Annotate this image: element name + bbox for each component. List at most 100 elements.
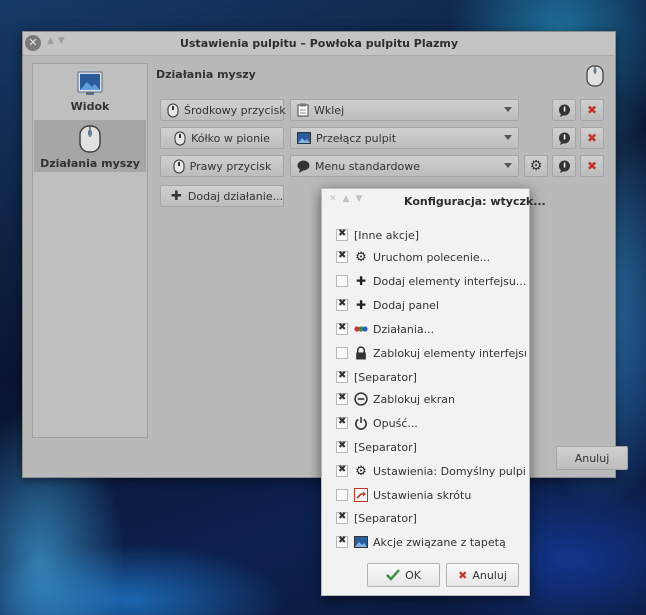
info-bubble-icon — [558, 132, 570, 145]
plugin-combo-vertical-wheel[interactable]: Przełącz pulpit — [290, 127, 519, 149]
plus-icon: ✚ — [355, 274, 367, 288]
plugin-combo-middle[interactable]: Wklej — [290, 99, 519, 121]
about-button-vertical-wheel[interactable] — [552, 127, 576, 149]
chevron-down-icon — [504, 135, 512, 140]
info-bubble-icon — [558, 104, 570, 117]
trigger-button-vertical-wheel[interactable]: Kółko w pionie — [160, 127, 284, 149]
list-item[interactable]: [Separator] — [336, 438, 526, 456]
checkbox[interactable] — [336, 511, 348, 524]
power-icon — [355, 417, 367, 430]
settings-sidebar: Widok Działania myszy — [32, 63, 148, 438]
clipboard-icon — [297, 103, 309, 117]
about-button-middle[interactable] — [552, 99, 576, 121]
remove-button-middle[interactable]: ✖ — [580, 99, 604, 121]
add-action-button[interactable]: ✚ Dodaj działanie... — [160, 185, 284, 207]
checkbox[interactable] — [336, 464, 348, 477]
plugin-combo-right[interactable]: Menu standardowe — [290, 155, 519, 177]
list-item-label: Akcje związane z tapetą — [373, 535, 506, 549]
list-item[interactable]: Opuść... — [336, 414, 526, 432]
chevron-down-icon — [504, 163, 512, 168]
checkbox[interactable] — [336, 489, 348, 501]
lock-screen-icon — [354, 392, 368, 406]
list-item[interactable]: Akcje związane z tapetą — [336, 533, 526, 551]
checkbox[interactable] — [336, 347, 348, 359]
ok-label: OK — [405, 568, 421, 582]
checkbox[interactable] — [336, 298, 348, 311]
list-item-label: Zablokuj elementy interfejsu — [373, 346, 526, 360]
list-item[interactable]: Zablokuj elementy interfejsu — [336, 344, 526, 362]
checkbox[interactable] — [336, 392, 348, 405]
sidebar-item-widok[interactable]: Widok — [34, 70, 146, 114]
list-item-label: [Separator] — [354, 440, 417, 454]
list-item-label: Ustawienia: Domyślny pulpit — [373, 464, 526, 478]
checkbox[interactable] — [336, 370, 348, 383]
desktop-icon — [297, 132, 311, 144]
wallpaper-icon — [354, 536, 368, 548]
mouse-icon — [586, 65, 604, 87]
list-item[interactable]: Ustawienia skrótu — [336, 486, 526, 504]
checkbox[interactable] — [336, 416, 348, 429]
list-item-label: Opuść... — [373, 416, 418, 430]
list-item-label: [Inne akcje] — [354, 228, 420, 242]
trigger-button-middle[interactable]: Środkowy przycisk — [160, 99, 286, 121]
gear-icon: ⚙ — [355, 249, 367, 265]
list-item[interactable]: [Separator] — [336, 509, 526, 527]
gear-icon: ⚙ — [529, 158, 543, 174]
cancel-label: Anuluj — [472, 568, 507, 582]
list-item-label: [Separator] — [354, 511, 417, 525]
close-icon: ✖ — [458, 568, 468, 582]
sidebar-item-dzialania-myszy[interactable]: Działania myszy — [34, 120, 146, 172]
trigger-label: Kółko w pionie — [191, 131, 270, 145]
list-item[interactable]: ✚ Dodaj panel — [336, 296, 526, 314]
ok-button[interactable]: OK — [367, 563, 440, 587]
plugin-label: Wklej — [314, 103, 345, 117]
plugin-label: Menu standardowe — [315, 159, 420, 173]
dialog-title: Konfiguracja: wtyczk... — [404, 195, 546, 208]
wallpaper-icon — [77, 71, 103, 95]
window-title: Ustawienia pulpitu – Powłoka pulpitu Pla… — [179, 37, 459, 50]
list-item[interactable]: [Separator] — [336, 368, 526, 386]
gear-icon: ⚙ — [355, 463, 367, 479]
checkbox[interactable] — [336, 440, 348, 453]
configure-button-right[interactable]: ⚙ — [524, 155, 548, 177]
checkbox[interactable] — [336, 322, 348, 335]
mouse-icon — [173, 159, 185, 173]
remove-icon: ✖ — [586, 131, 598, 145]
list-item[interactable]: [Inne akcje] — [336, 226, 526, 244]
chevron-down-icon — [504, 107, 512, 112]
plugin-label: Przełącz pulpit — [316, 131, 397, 145]
mouse-icon — [79, 125, 101, 153]
checkbox[interactable] — [336, 535, 348, 548]
info-bubble-icon — [558, 160, 570, 173]
checkbox[interactable] — [336, 250, 348, 263]
list-item[interactable]: ⚙ Ustawienia: Domyślny pulpit — [336, 462, 526, 480]
cancel-button[interactable]: Anuluj — [556, 446, 628, 470]
list-item[interactable]: Zablokuj ekran — [336, 390, 526, 408]
list-item[interactable]: ✚ Dodaj elementy interfejsu... — [336, 272, 526, 290]
sidebar-label-widok: Widok — [70, 100, 110, 113]
list-item-label: Dodaj elementy interfejsu... — [373, 274, 526, 288]
window-titlebar[interactable]: ✕ ▲▼ Ustawienia pulpitu – Powłoka pulpit… — [23, 32, 615, 56]
plus-icon: ✚ — [355, 298, 367, 312]
cancel-dialog-button[interactable]: ✖ Anuluj — [446, 563, 519, 587]
list-item-label: Ustawienia skrótu — [373, 488, 472, 502]
list-item-label: Dodaj panel — [373, 298, 439, 312]
cancel-label: Anuluj — [574, 451, 610, 465]
about-button-right[interactable] — [552, 155, 576, 177]
list-item[interactable]: ⚙ Uruchom polecenie... — [336, 248, 526, 266]
menu-bubble-icon — [297, 160, 310, 173]
remove-button-right[interactable]: ✖ — [580, 155, 604, 177]
checkbox[interactable] — [336, 275, 348, 287]
trigger-button-right[interactable]: Prawy przycisk — [160, 155, 284, 177]
remove-icon: ✖ — [586, 103, 598, 117]
remove-button-vertical-wheel[interactable]: ✖ — [580, 127, 604, 149]
mouse-icon — [167, 103, 179, 117]
shortcut-icon — [354, 488, 368, 502]
checkmark-icon — [386, 569, 400, 581]
list-item-label: Działania... — [373, 322, 435, 336]
dialog-titlebar[interactable]: ✕▲▼ Konfiguracja: wtyczk... — [322, 189, 546, 213]
list-item[interactable]: Działania... — [336, 320, 526, 338]
activities-icon — [354, 326, 368, 332]
sidebar-label-dzialania-myszy: Działania myszy — [40, 157, 140, 170]
checkbox[interactable] — [336, 228, 348, 241]
